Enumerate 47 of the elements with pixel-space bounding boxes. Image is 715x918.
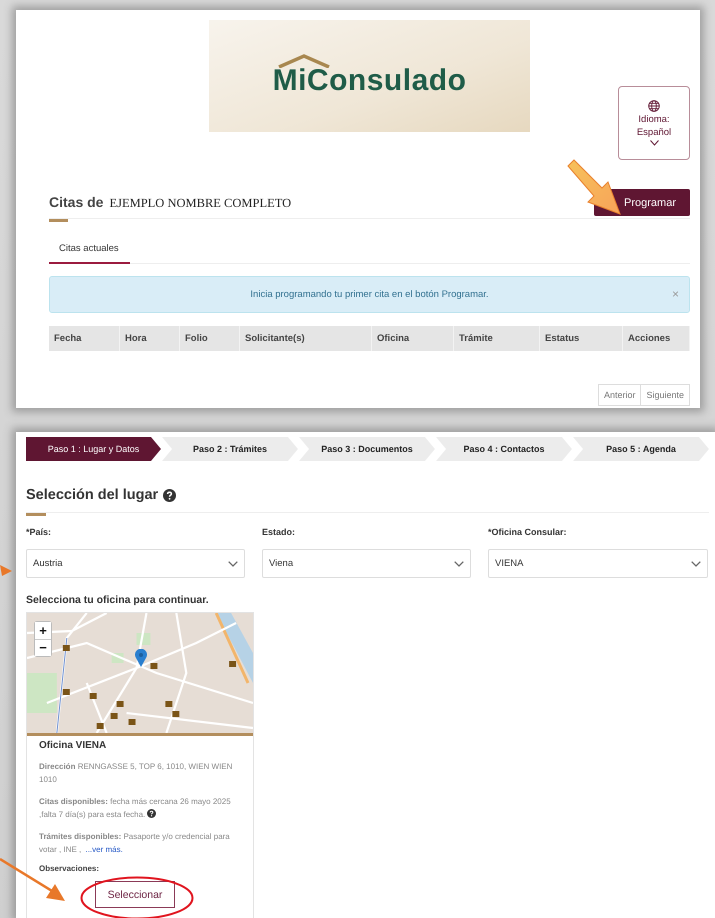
wizard-step[interactable]: Paso 3 : Documentos bbox=[299, 437, 435, 461]
user-name: EJEMPLO NOMBRE COMPLETO bbox=[109, 196, 292, 211]
column-header: Hora bbox=[120, 326, 180, 351]
globe-icon bbox=[648, 100, 660, 112]
map-zoom-button[interactable]: − bbox=[35, 639, 51, 656]
column-header: Oficina bbox=[372, 326, 454, 351]
chevron-down-icon bbox=[691, 560, 701, 566]
help-icon bbox=[163, 488, 176, 502]
column-header: Acciones bbox=[623, 326, 690, 351]
chevron-down-icon bbox=[454, 560, 464, 566]
section-heading: Selección del lugar bbox=[26, 487, 158, 503]
dropdown-field[interactable]: Austria bbox=[26, 549, 245, 578]
logo-text: MiConsulado bbox=[272, 64, 466, 98]
office-title: Oficina VIENA bbox=[39, 740, 108, 751]
office-detail: Trámites disponibles: Pasaporte y/o credencial para votar , INE , ...ver más. bbox=[39, 831, 231, 856]
select-button[interactable]: Seleccionar bbox=[94, 881, 176, 908]
language-button[interactable]: Idioma: Español bbox=[618, 86, 690, 160]
more-link[interactable]: ...ver más. bbox=[85, 845, 123, 854]
house-roof-icon bbox=[276, 54, 331, 68]
wizard-step[interactable]: Paso 1 : Lugar y Datos bbox=[26, 437, 161, 461]
column-header: Trámite bbox=[454, 326, 540, 351]
alert-message: Inicia programando tu primer cita en el botón Programar. bbox=[250, 289, 489, 300]
office-detail: Citas disponibles: fecha más cercana 26 mayo 2025 ,falta 7 día(s) para esta fecha. bbox=[39, 796, 232, 821]
instruction-text: Selecciona tu oficina para continuar. bbox=[26, 594, 210, 606]
wizard-step[interactable]: Paso 2 : Trámites bbox=[162, 437, 298, 461]
column-header: Folio bbox=[180, 326, 240, 351]
field-label: Estado: bbox=[262, 527, 296, 539]
wizard-step[interactable]: Paso 4 : Contactos bbox=[436, 437, 572, 461]
column-header: Solicitante(s) bbox=[240, 326, 372, 351]
map-pin-icon bbox=[135, 649, 147, 667]
wizard-step[interactable]: Paso 5 : Agenda bbox=[573, 437, 709, 461]
pagination-button[interactable]: Siguiente bbox=[640, 384, 690, 406]
observations-label: Observaciones: bbox=[39, 864, 100, 873]
office-detail: Dirección RENNGASSE 5, TOP 6, 1010, WIEN WIEN 1010 bbox=[39, 761, 234, 786]
dropdown-field[interactable]: VIENA bbox=[488, 549, 708, 578]
chevron-down-icon bbox=[650, 140, 658, 146]
annotation-arrow bbox=[0, 563, 12, 577]
page-title: Citas de bbox=[49, 194, 104, 210]
annotation-arrow bbox=[566, 158, 622, 216]
field-label: *Oficina Consular: bbox=[488, 527, 568, 539]
column-header: Fecha bbox=[49, 326, 120, 351]
dropdown-field[interactable]: Viena bbox=[262, 549, 471, 578]
tab[interactable]: Citas actuales bbox=[49, 237, 130, 264]
pagination-button[interactable]: Anterior bbox=[598, 384, 642, 406]
column-header: Estatus bbox=[540, 326, 623, 351]
field-label: *País: bbox=[26, 527, 52, 539]
chevron-down-icon bbox=[228, 560, 238, 566]
